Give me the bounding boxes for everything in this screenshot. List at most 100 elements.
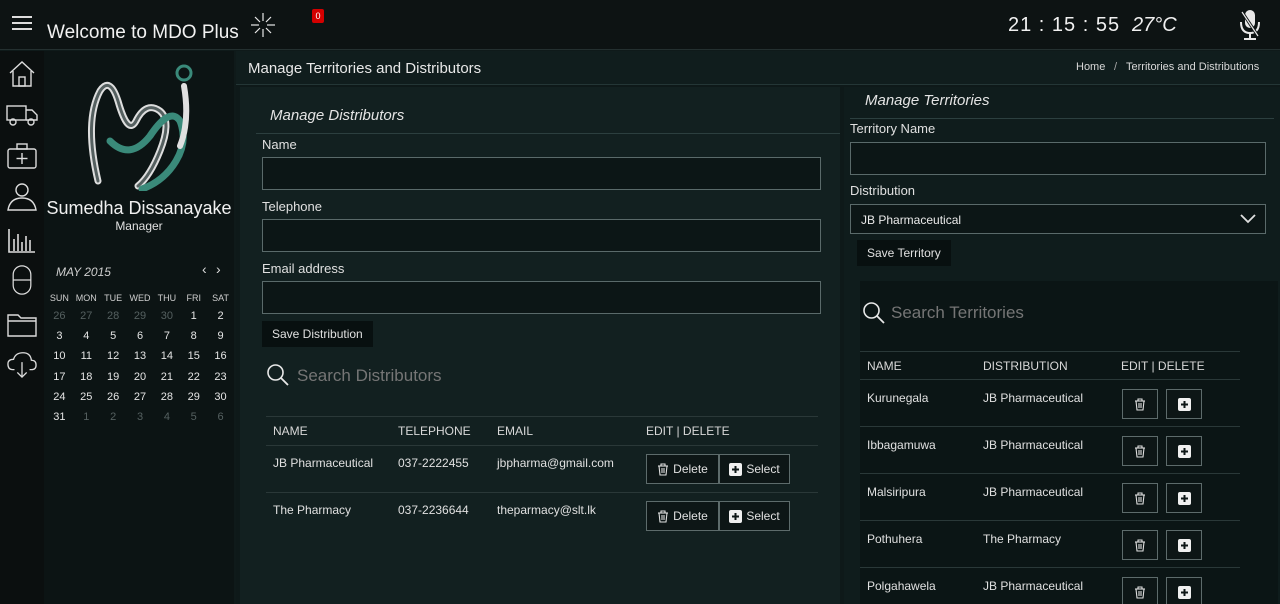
calendar-day[interactable]: 1 — [73, 407, 100, 427]
breadcrumb-separator: / — [1114, 61, 1118, 73]
calendar-day[interactable]: 2 — [100, 407, 127, 427]
user-role: Manager — [115, 219, 163, 233]
delete-button[interactable] — [1122, 436, 1158, 466]
plus-square-icon — [1177, 491, 1191, 505]
name-input[interactable] — [262, 157, 821, 190]
column-header-name[interactable]: NAME — [273, 424, 308, 438]
select-button[interactable] — [1166, 389, 1202, 419]
pill-icon[interactable] — [6, 265, 38, 295]
calendar-day[interactable]: 4 — [153, 407, 180, 427]
calendar-week: 26 27 28 29 30 1 2 — [46, 306, 234, 326]
delete-button[interactable]: Delete — [646, 501, 719, 531]
calendar-day[interactable]: 21 — [153, 367, 180, 387]
select-button[interactable] — [1166, 436, 1202, 466]
calendar-day[interactable]: 10 — [46, 346, 73, 366]
calendar-day[interactable]: 14 — [153, 346, 180, 366]
calendar-day[interactable]: 15 — [180, 346, 207, 366]
calendar-day[interactable]: 28 — [153, 387, 180, 407]
calendar-day[interactable]: 2 — [207, 306, 234, 326]
cell-distribution: The Pharmacy — [983, 532, 1062, 546]
user-icon[interactable] — [6, 181, 38, 211]
column-header-email[interactable]: EMAIL — [497, 424, 533, 438]
calendar-day[interactable]: 29 — [127, 306, 154, 326]
distribution-select[interactable]: JB Pharmaceutical — [850, 204, 1266, 234]
cell-telephone: 037-2222455 — [398, 456, 469, 470]
select-button[interactable]: Select — [719, 501, 790, 531]
save-territory-button[interactable]: Save Territory — [857, 240, 951, 266]
calendar-day[interactable]: 25 — [73, 387, 100, 407]
calendar-day[interactable]: 29 — [180, 387, 207, 407]
save-distribution-button[interactable]: Save Distribution — [262, 321, 373, 347]
calendar-day[interactable]: 6 — [207, 407, 234, 427]
calendar-day[interactable]: 23 — [207, 367, 234, 387]
calendar-day[interactable]: 3 — [127, 407, 154, 427]
calendar-day[interactable]: 1 — [180, 306, 207, 326]
column-header-telephone[interactable]: TELEPHONE — [398, 424, 471, 438]
calendar-day[interactable]: 16 — [207, 346, 234, 366]
hamburger-icon[interactable] — [12, 16, 32, 32]
calendar-day[interactable]: 18 — [73, 367, 100, 387]
calendar-next-button[interactable]: › — [216, 261, 221, 277]
select-button[interactable]: Select — [719, 454, 790, 484]
select-button[interactable] — [1166, 530, 1202, 560]
delete-button[interactable] — [1122, 389, 1158, 419]
calendar-day[interactable]: 8 — [180, 326, 207, 346]
select-button[interactable] — [1166, 483, 1202, 513]
divider — [860, 473, 1240, 474]
calendar-day[interactable]: 31 — [46, 407, 73, 427]
select-button[interactable] — [1166, 577, 1202, 604]
trash-icon — [1135, 444, 1145, 458]
calendar-day[interactable]: 28 — [100, 306, 127, 326]
calendar-day[interactable]: 30 — [153, 306, 180, 326]
cloud-download-icon[interactable] — [6, 349, 38, 379]
calendar-day[interactable]: 6 — [127, 326, 154, 346]
calendar-day[interactable]: 3 — [46, 326, 73, 346]
breadcrumb-home[interactable]: Home — [1076, 61, 1105, 73]
cell-name: JB Pharmaceutical — [273, 456, 374, 470]
calendar-day[interactable]: 30 — [207, 387, 234, 407]
main-content: Manage Territories and Distributors Home… — [236, 51, 1280, 604]
calendar-day[interactable]: 26 — [46, 306, 73, 326]
calendar-day[interactable]: 7 — [153, 326, 180, 346]
calendar-day[interactable]: 13 — [127, 346, 154, 366]
calendar-day[interactable]: 22 — [180, 367, 207, 387]
calendar-weekday: MON — [75, 293, 97, 303]
distribution-label: Distribution — [850, 183, 916, 198]
calendar-day[interactable]: 17 — [46, 367, 73, 387]
delete-button[interactable]: Delete — [646, 454, 719, 484]
calendar-day[interactable]: 5 — [180, 407, 207, 427]
territory-name-input[interactable] — [850, 142, 1266, 175]
calendar-day[interactable]: 11 — [73, 346, 100, 366]
email-input[interactable] — [262, 281, 821, 314]
trash-icon — [1135, 538, 1145, 552]
notification-badge[interactable]: 0 — [312, 9, 324, 23]
truck-icon[interactable] — [6, 99, 38, 129]
calendar-day[interactable]: 27 — [127, 387, 154, 407]
delete-button[interactable] — [1122, 483, 1158, 513]
calendar-prev-button[interactable]: ‹ — [202, 261, 207, 277]
divider — [860, 351, 1240, 352]
calendar-day[interactable]: 27 — [73, 306, 100, 326]
calendar-day[interactable]: 20 — [127, 367, 154, 387]
delete-button[interactable] — [1122, 530, 1158, 560]
calendar-day[interactable]: 24 — [46, 387, 73, 407]
folder-icon[interactable] — [6, 309, 38, 339]
calendar-day[interactable]: 9 — [207, 326, 234, 346]
select-label: Select — [746, 462, 780, 476]
calendar-day[interactable]: 12 — [100, 346, 127, 366]
telephone-input[interactable] — [262, 219, 821, 252]
calendar-day[interactable]: 19 — [100, 367, 127, 387]
delete-button[interactable] — [1122, 577, 1158, 604]
search-distributors-input[interactable] — [297, 366, 597, 386]
column-header-distribution[interactable]: DISTRIBUTION — [983, 359, 1068, 373]
calendar-day[interactable]: 4 — [73, 326, 100, 346]
medical-kit-icon[interactable] — [6, 141, 38, 171]
column-header-name[interactable]: NAME — [867, 359, 902, 373]
calendar-day[interactable]: 26 — [100, 387, 127, 407]
home-icon[interactable] — [6, 59, 38, 89]
compass-icon[interactable] — [250, 12, 276, 38]
microphone-icon[interactable] — [1238, 8, 1262, 42]
calendar-day[interactable]: 5 — [100, 326, 127, 346]
bar-chart-icon[interactable] — [6, 225, 38, 255]
search-territories-input[interactable] — [891, 303, 1191, 323]
